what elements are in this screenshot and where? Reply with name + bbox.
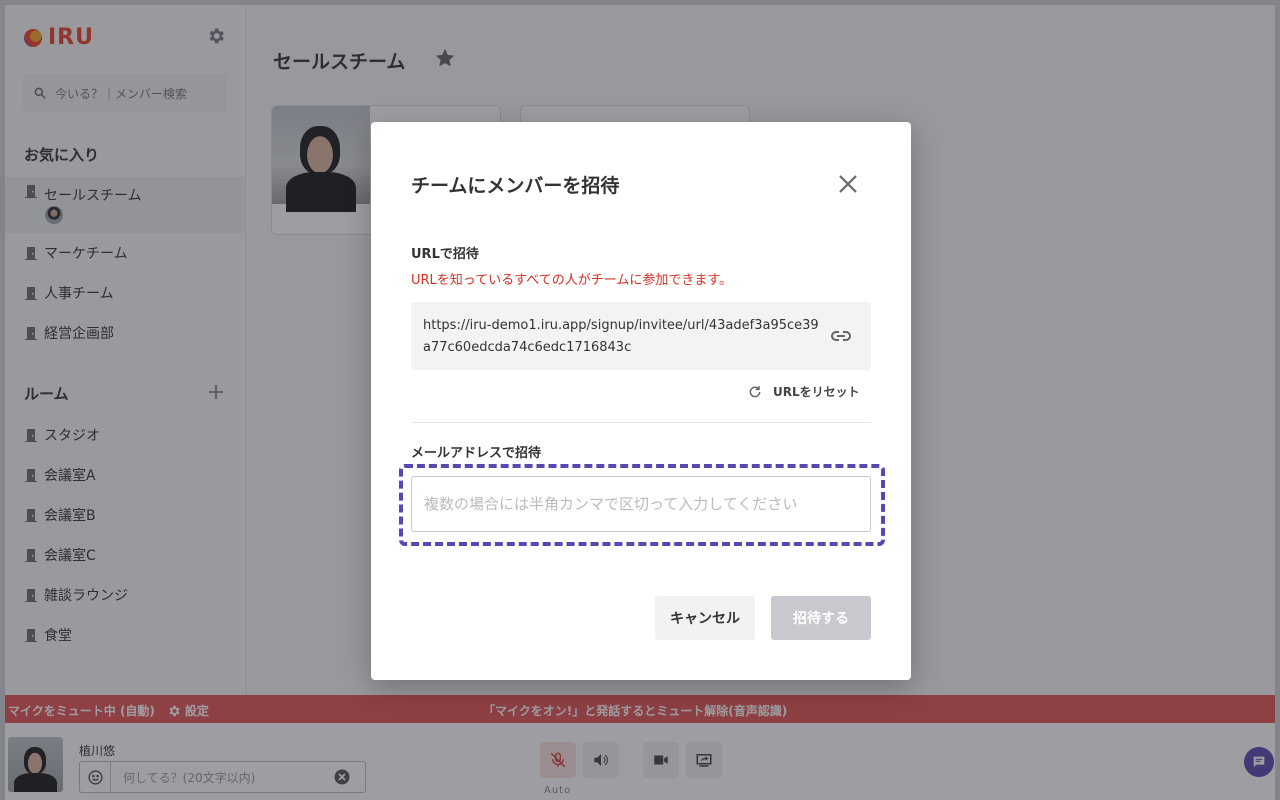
url-invite-label: URLで招待	[411, 247, 479, 262]
invite-url-box: https://iru-demo1.iru.app/signup/invitee…	[411, 302, 871, 370]
dialog-title: チームにメンバーを招待	[411, 175, 620, 197]
invite-url-text[interactable]: https://iru-demo1.iru.app/signup/invitee…	[423, 315, 823, 359]
cancel-button[interactable]: キャンセル	[655, 596, 755, 640]
reset-url-button[interactable]: URLをリセット	[747, 383, 860, 400]
reset-url-label: URLをリセット	[773, 385, 860, 399]
invite-button[interactable]: 招待する	[771, 596, 871, 640]
close-icon[interactable]	[837, 173, 859, 195]
divider	[411, 422, 871, 423]
refresh-icon	[749, 385, 761, 397]
email-invite-label: メールアドレスで招待	[411, 446, 542, 461]
email-input[interactable]	[411, 476, 871, 532]
invite-member-dialog: チームにメンバーを招待 URLで招待 URLを知っているすべての人がチームに参加…	[371, 122, 911, 680]
link-icon[interactable]	[829, 324, 853, 348]
url-warning: URLを知っているすべての人がチームに参加できます。	[411, 273, 733, 288]
